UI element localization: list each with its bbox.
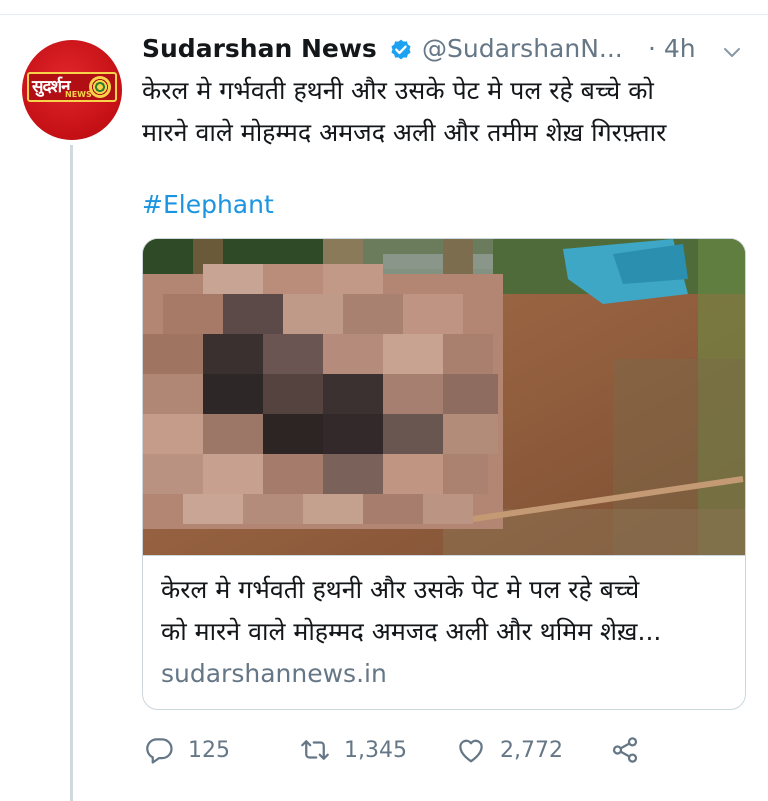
reply-button[interactable]: 125 [144,730,230,770]
share-button[interactable] [610,730,640,770]
like-count: 2,772 [500,737,563,763]
avatar[interactable]: सुदर्शन NEWS [22,40,122,140]
reply-icon [146,738,173,764]
reply-count: 125 [188,737,230,763]
tweet-timestamp[interactable]: · 4h [648,34,696,63]
card-domain: sudarshannews.in [161,659,387,688]
card-divider [143,555,745,556]
author-display-name[interactable]: Sudarshan News [142,34,377,63]
avatar-logo: सुदर्शन NEWS [27,72,117,102]
tweet-actions: 125 1,345 2,772 [142,730,752,770]
like-button[interactable]: 2,772 [456,730,563,770]
top-divider [0,14,768,15]
hashtag-link[interactable]: #Elephant [142,190,274,219]
tweet-text: केरल मे गर्भवती हथनी और उसके पेट मे पल र… [142,76,667,147]
author-handle[interactable]: @SudarshanN... [422,34,623,63]
verified-badge-icon [391,39,411,60]
card-title: केरल मे गर्भवती हथनी और उसके पेट मे पल र… [161,575,662,646]
share-icon [612,737,638,763]
thread-line [70,145,73,801]
link-card[interactable]: केरल मे गर्भवती हथनी और उसके पेट मे पल र… [142,238,746,710]
retweet-button[interactable]: 1,345 [300,730,407,770]
card-image-scene [143,239,745,555]
pixelated-region [143,264,503,529]
like-icon [459,739,483,763]
retweet-icon [301,740,329,760]
chevron-down-icon[interactable] [720,40,744,64]
card-image [143,239,745,555]
tweet-header: Sudarshan News @SudarshanN... · 4h [142,32,752,68]
wheel-icon [89,76,111,98]
retweet-count: 1,345 [344,737,407,763]
